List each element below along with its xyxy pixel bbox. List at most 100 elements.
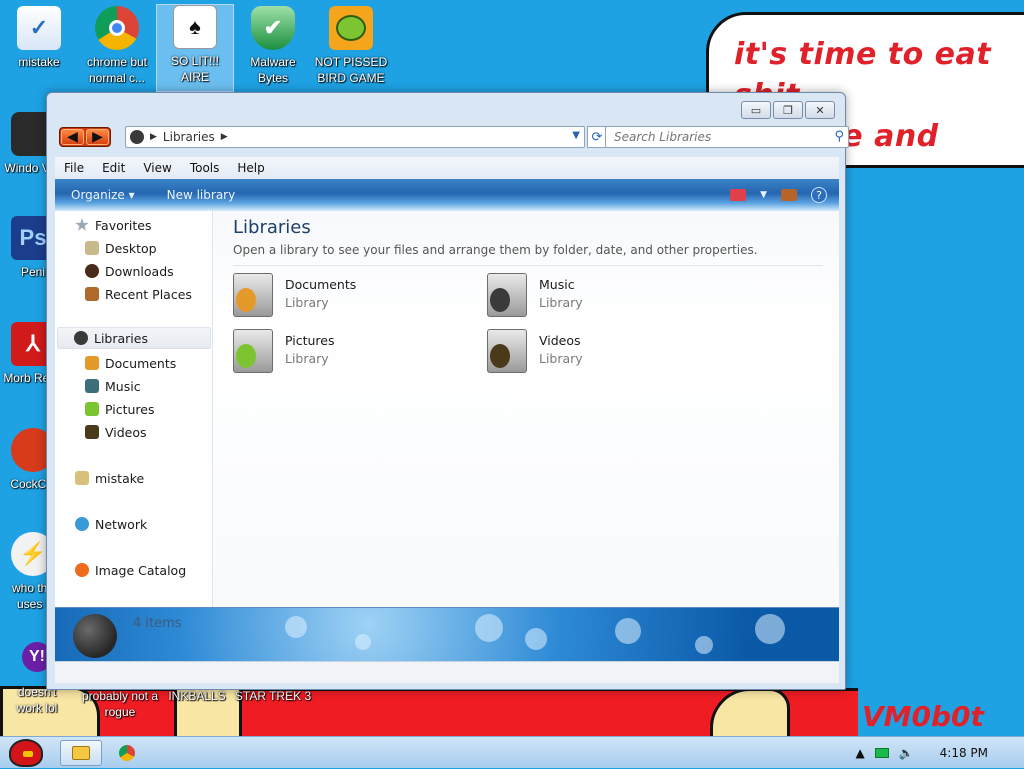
- image-catalog-icon: [75, 563, 89, 577]
- refresh-icon[interactable]: ⟳: [587, 126, 607, 148]
- recent-places-icon: [85, 287, 99, 301]
- volume-icon[interactable]: 🔈: [899, 746, 914, 760]
- angry-bird-icon: [9, 739, 43, 767]
- desktop-icon-rogue[interactable]: probably not a rogue: [80, 688, 160, 720]
- view-options-icon[interactable]: [730, 189, 747, 201]
- nav-favorites[interactable]: Favorites: [75, 215, 151, 235]
- chevron-down-icon[interactable]: ▼: [572, 130, 580, 141]
- organize-label: Organize: [71, 188, 125, 202]
- new-library-button[interactable]: New library: [151, 188, 252, 202]
- nav-label: Libraries: [94, 330, 148, 346]
- battery-icon[interactable]: [874, 748, 889, 758]
- address-field[interactable]: ▶ Libraries ▶ ▼: [125, 126, 585, 148]
- menu-edit[interactable]: Edit: [93, 161, 134, 175]
- nav-desktop[interactable]: Desktop: [85, 238, 157, 258]
- mistake-icon: ✓: [17, 6, 61, 50]
- desktop-icon-label: Malware Bytes: [250, 55, 296, 85]
- nav-videos[interactable]: Videos: [85, 422, 147, 442]
- nav-label: Downloads: [105, 263, 174, 279]
- desktop-icon-mistake[interactable]: ✓ mistake: [0, 6, 78, 70]
- breadcrumb-arrow-icon[interactable]: ▶: [221, 132, 228, 142]
- forward-arrow-icon[interactable]: ▶: [86, 129, 109, 145]
- clock[interactable]: 4:18 PM: [940, 746, 988, 760]
- nav-label: Music: [105, 378, 141, 394]
- homegroup-icon: [75, 471, 89, 485]
- preview-pane-icon[interactable]: [781, 189, 797, 201]
- breadcrumb-libraries[interactable]: Libraries: [163, 130, 215, 144]
- desktop-icon-chrome[interactable]: chrome but normal c...: [78, 6, 156, 86]
- desktop-icon-inkballs[interactable]: INKBALLS: [158, 688, 236, 704]
- library-music[interactable]: Music Library: [487, 273, 707, 321]
- explorer-window: ▭ ❐ ✕ ◀ ▶ ▶ Libraries ▶ ▼ ⟳ ⚲ File Edit …: [46, 92, 849, 690]
- green-pig-icon: [329, 6, 373, 50]
- pictures-overlay: [236, 344, 256, 368]
- menu-file[interactable]: File: [55, 161, 93, 175]
- maximize-button[interactable]: ❐: [773, 101, 803, 119]
- nav-label: Pictures: [105, 401, 155, 417]
- menu-view[interactable]: View: [134, 161, 180, 175]
- music-library-icon: [487, 273, 527, 317]
- nav-image-catalog[interactable]: Image Catalog: [75, 560, 186, 580]
- library-name: Music: [539, 277, 575, 292]
- breadcrumb-arrow-icon[interactable]: ▶: [150, 132, 157, 142]
- start-button[interactable]: [4, 737, 48, 769]
- command-bar: Organize ▾ New library ▼ ?: [55, 179, 839, 211]
- nav-music[interactable]: Music: [85, 376, 141, 396]
- taskbar-explorer[interactable]: [60, 740, 102, 766]
- library-videos[interactable]: Videos Library: [487, 329, 707, 377]
- details-pane: 4 items: [55, 607, 839, 661]
- videos-library-icon: [487, 329, 527, 373]
- documents-overlay: [236, 288, 256, 312]
- address-bar-row: ◀ ▶ ▶ Libraries ▶ ▼ ⟳ ⚲: [57, 125, 849, 149]
- shield-check-icon: ✔: [251, 6, 295, 50]
- nav-network[interactable]: Network: [75, 514, 147, 534]
- desktop-icon-malwarebytes[interactable]: ✔ Malware Bytes: [234, 6, 312, 86]
- search-input[interactable]: [612, 128, 822, 146]
- desktop-icon-star-trek[interactable]: STAR TREK 3: [234, 688, 312, 704]
- help-icon[interactable]: ?: [811, 187, 827, 203]
- library-name: Videos: [539, 333, 581, 348]
- chevron-down-icon[interactable]: ▼: [760, 190, 767, 200]
- search-box[interactable]: ⚲: [605, 126, 849, 148]
- nav-recent-places[interactable]: Recent Places: [85, 284, 192, 304]
- desktop-icon-label: mistake: [18, 55, 60, 69]
- library-pictures[interactable]: Pictures Library: [233, 329, 453, 377]
- library-type: Library: [539, 351, 583, 366]
- search-icon[interactable]: ⚲: [834, 129, 844, 144]
- close-button[interactable]: ✕: [805, 101, 835, 119]
- menu-bar: File Edit View Tools Help: [55, 157, 839, 179]
- nav-documents[interactable]: Documents: [85, 353, 176, 373]
- nav-homegroup[interactable]: mistake: [75, 468, 144, 488]
- music-overlay: [490, 288, 510, 312]
- nav-label: Image Catalog: [95, 562, 187, 578]
- menu-help[interactable]: Help: [228, 161, 273, 175]
- content-pane: Libraries Open a library to see your fil…: [213, 211, 839, 607]
- taskbar: ▲ 🔈 4:18 PM: [0, 736, 1024, 768]
- show-hidden-icons-icon[interactable]: ▲: [855, 746, 864, 760]
- nav-label: Network: [95, 516, 148, 532]
- desktop-icon-bird-game[interactable]: NOT PISSED BIRD GAME: [312, 6, 390, 86]
- back-arrow-icon[interactable]: ◀: [61, 129, 84, 145]
- nav-pictures[interactable]: Pictures: [85, 399, 155, 419]
- libraries-icon: [74, 331, 88, 345]
- library-type: Library: [539, 295, 583, 310]
- minimize-button[interactable]: ▭: [741, 101, 771, 119]
- desktop-icon: [85, 241, 99, 255]
- organize-button[interactable]: Organize ▾: [55, 188, 151, 202]
- menu-tools[interactable]: Tools: [181, 161, 229, 175]
- library-documents[interactable]: Documents Library: [233, 273, 453, 321]
- desktop-icon-solitaire[interactable]: ♠ SO LIT!!! AIRE: [156, 4, 234, 92]
- library-name: Pictures: [285, 333, 335, 348]
- playing-card-icon: ♠: [173, 5, 217, 49]
- nav-downloads[interactable]: Downloads: [85, 261, 174, 281]
- nav-libraries[interactable]: Libraries: [57, 327, 211, 349]
- nav-label: mistake: [95, 470, 145, 486]
- divider: [233, 265, 823, 266]
- page-description: Open a library to see your files and arr…: [233, 243, 758, 257]
- desktop-icon-label: probably not a rogue: [81, 689, 159, 719]
- command-bar-right: ▼ ?: [730, 187, 839, 203]
- nav-buttons: ◀ ▶: [59, 127, 111, 147]
- desktop-icon-label: SO LIT!!! AIRE: [170, 54, 219, 84]
- downloads-icon: [85, 264, 99, 278]
- taskbar-chrome[interactable]: [106, 740, 148, 766]
